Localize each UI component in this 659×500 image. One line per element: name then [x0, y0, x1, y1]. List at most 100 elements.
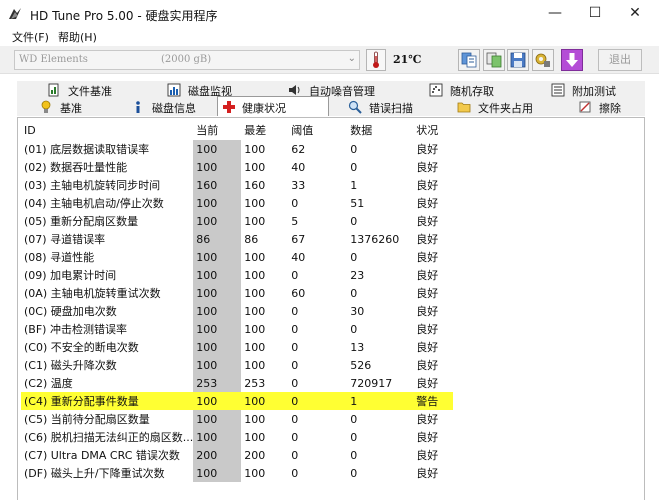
cell-raw-data: 1 — [347, 392, 414, 410]
minimize-button[interactable]: — — [535, 0, 575, 28]
table-row[interactable]: (05) 重新分配扇区数量 100 100 5 0 良好 — [21, 212, 453, 230]
cell-raw-data: 1 — [350, 178, 358, 192]
cell-current-value: 100 — [193, 338, 242, 356]
table-row[interactable]: (07) 寻道错误率 86 86 67 1376260 良好 — [21, 230, 453, 248]
cell-attribute-id: (C7) Ultra DMA CRC 错误次数 — [24, 449, 180, 462]
cell-raw-data: 0 — [350, 448, 358, 462]
table-row[interactable]: (01) 底层数据读取错误率 100 100 62 0 良好 — [21, 140, 453, 158]
table-row[interactable]: (03) 主轴电机旋转同步时间 160 160 33 1 良好 — [21, 176, 453, 194]
exit-button[interactable]: 退出 — [598, 49, 642, 71]
table-row[interactable]: (08) 寻道性能 100 100 40 0 良好 — [21, 248, 453, 266]
menu-file[interactable]: 文件(F) — [12, 29, 49, 45]
cell-status: 良好 — [416, 215, 439, 228]
table-row[interactable]: (DF) 磁头上升/下降重试次数 100 100 0 0 良好 — [21, 464, 453, 482]
table-row[interactable]: (09) 加电累计时间 100 100 0 23 良好 — [21, 266, 453, 284]
cell-attribute-id: (03) 主轴电机旋转同步时间 — [24, 179, 161, 192]
menu-help[interactable]: 帮助(H) — [58, 29, 97, 45]
cell-threshold-value: 0 — [291, 466, 299, 480]
cell-threshold-value: 0 — [291, 322, 299, 336]
table-row[interactable]: (C1) 磁头升降次数 100 100 0 526 良好 — [21, 356, 453, 374]
cell-attribute-id: (DF) 磁头上升/下降重试次数 — [24, 467, 165, 480]
cell-raw-data: 13 — [350, 340, 365, 354]
window-title: HD Tune Pro 5.00 - 硬盘实用程序 — [30, 9, 218, 23]
cell-raw-data: 0 — [350, 466, 358, 480]
cell-raw-data: 0 — [350, 430, 358, 444]
col-status-header[interactable]: 状况 — [413, 120, 453, 140]
cell-worst-value: 86 — [244, 232, 259, 246]
cell-status: 良好 — [416, 377, 439, 390]
col-id-header[interactable]: ID — [21, 120, 193, 140]
cell-threshold-value: 0 — [291, 358, 299, 372]
cell-attribute-id: (C4) 重新分配事件数量 — [21, 392, 194, 410]
cell-status: 良好 — [416, 287, 439, 300]
cell-current-value: 100 — [193, 464, 242, 482]
cell-status: 良好 — [416, 179, 439, 192]
cell-raw-data: 1376260 — [350, 232, 400, 246]
cell-current-value: 100 — [193, 428, 242, 446]
table-row[interactable]: (BF) 冲击检测错误率 100 100 0 0 良好 — [21, 320, 453, 338]
tab-row-1: 文件基准 磁盘监视 自动噪音管理 随机存取 附加测试 — [17, 81, 645, 99]
cell-threshold-value: 0 — [291, 412, 299, 426]
maximize-button[interactable]: ☐ — [575, 0, 615, 28]
col-data-header[interactable]: 数据 — [347, 120, 413, 140]
tab-extra-tests-label: 附加测试 — [572, 85, 616, 98]
cell-threshold-value: 0 — [291, 430, 299, 444]
title-bar: HD Tune Pro 5.00 - 硬盘实用程序 — ☐ ✕ — [0, 0, 659, 28]
tab-health-label: 健康状况 — [242, 102, 286, 115]
drive-select[interactable]: WD Elements (2000 gB) ⌄ — [14, 50, 360, 70]
cell-status: 良好 — [416, 269, 439, 282]
cell-worst-value: 160 — [244, 178, 266, 192]
download-button[interactable] — [561, 49, 583, 71]
table-row[interactable]: (C2) 温度 253 253 0 720917 良好 — [21, 374, 453, 392]
tab-error-scan-label: 错误扫描 — [369, 102, 413, 115]
table-row[interactable]: (C0) 不安全的断电次数 100 100 0 13 良好 — [21, 338, 453, 356]
file-benchmark-icon — [48, 83, 59, 97]
tab-erase-label: 擦除 — [599, 102, 621, 115]
table-row[interactable]: (04) 主轴电机启动/停止次数 100 100 0 51 良好 — [21, 194, 453, 212]
copy-screenshot-button[interactable] — [483, 49, 505, 71]
hdtune-logo-icon — [9, 8, 21, 19]
tab-row-2: 基准 磁盘信息 健康状况 错误扫描 文件夹占用 擦除 — [17, 96, 645, 116]
cell-attribute-id: (C2) 温度 — [24, 377, 73, 390]
table-row[interactable]: (02) 数据吞吐量性能 100 100 40 0 良好 — [21, 158, 453, 176]
cell-worst-value: 100 — [241, 392, 289, 410]
table-header-row: ID 当前 最差 阈值 数据 状况 — [21, 120, 453, 140]
cell-current-value: 100 — [193, 284, 242, 302]
cell-worst-value: 100 — [244, 340, 266, 354]
cell-status: 良好 — [416, 359, 439, 372]
copy-info-button[interactable] — [458, 49, 480, 71]
cell-worst-value: 100 — [244, 268, 266, 282]
cell-current-value: 86 — [193, 230, 242, 248]
cell-worst-value: 100 — [244, 250, 266, 264]
cell-raw-data: 0 — [350, 214, 358, 228]
toolbar: WD Elements (2000 gB) ⌄ 21℃ 退出 — [0, 46, 659, 74]
speaker-icon — [289, 85, 300, 95]
health-icon — [223, 101, 235, 113]
tab-folder-usage-label: 文件夹占用 — [478, 102, 533, 115]
drive-name: WD Elements — [19, 54, 88, 65]
tab-file-benchmark-label: 文件基准 — [68, 85, 112, 98]
tab-health[interactable]: 健康状况 — [217, 96, 329, 116]
table-row[interactable]: (0C) 硬盘加电次数 100 100 0 30 良好 — [21, 302, 453, 320]
cell-status: 良好 — [416, 143, 439, 156]
cell-threshold-value: 40 — [291, 160, 306, 174]
table-row[interactable]: (C6) 脱机扫描无法纠正的扇区数... 100 100 0 0 良好 — [21, 428, 453, 446]
col-current-header[interactable]: 当前 — [193, 120, 241, 140]
cell-worst-value: 100 — [244, 142, 266, 156]
options-button[interactable] — [532, 49, 554, 71]
table-row[interactable]: (0A) 主轴电机旋转重试次数 100 100 60 0 良好 — [21, 284, 453, 302]
benchmark-icon — [41, 100, 51, 113]
disk-monitor-icon — [167, 83, 181, 97]
table-row-warning[interactable]: (C4) 重新分配事件数量 100 100 0 1 警告 — [21, 392, 454, 410]
cell-raw-data: 0 — [350, 250, 358, 264]
save-button[interactable] — [507, 49, 529, 71]
tab-disk-info-label: 磁盘信息 — [152, 102, 196, 115]
col-threshold-header[interactable]: 阈值 — [288, 120, 347, 140]
col-worst-header[interactable]: 最差 — [241, 120, 288, 140]
cell-status: 良好 — [416, 449, 439, 462]
cell-status: 良好 — [416, 431, 439, 444]
close-button[interactable]: ✕ — [615, 0, 655, 28]
table-row[interactable]: (C5) 当前待分配扇区数量 100 100 0 0 良好 — [21, 410, 453, 428]
table-row[interactable]: (C7) Ultra DMA CRC 错误次数 200 200 0 0 良好 — [21, 446, 453, 464]
download-icon — [566, 53, 578, 67]
